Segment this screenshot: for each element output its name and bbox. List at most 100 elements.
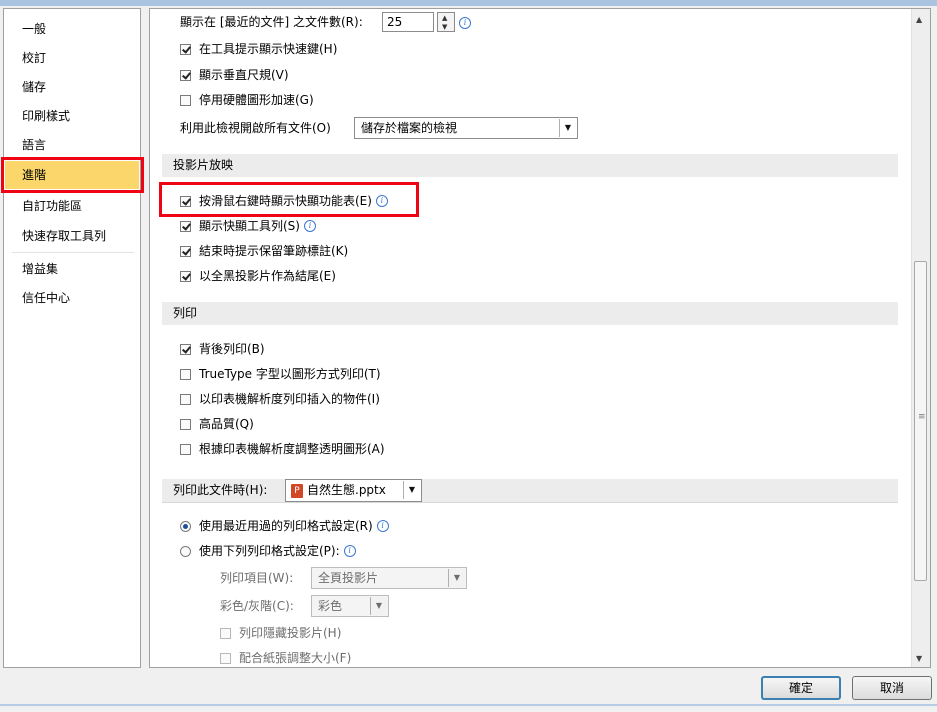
checkbox-checked[interactable]	[180, 245, 191, 257]
checkbox-unchecked[interactable]	[220, 652, 231, 664]
checkbox-checked[interactable]	[180, 43, 191, 55]
scrollbar-thumb[interactable]: ≡	[914, 261, 927, 581]
recent-docs-row: 顯示在 [最近的文件] 之文件數(R):	[180, 12, 363, 32]
high-quality-row[interactable]: 高品質(Q)	[180, 414, 254, 434]
recent-docs-input[interactable]: 25	[382, 12, 434, 32]
show-tooltip-shortcuts-row[interactable]: 在工具提示顯示快速鍵(H)	[180, 39, 337, 59]
nav-item-add-ins[interactable]: 增益集	[5, 255, 139, 283]
printer-resolution-row[interactable]: 以印表機解析度列印插入的物件(I)	[180, 389, 380, 409]
radio-unselected[interactable]	[180, 545, 191, 557]
checkbox-checked[interactable]	[180, 220, 191, 232]
end-black-row[interactable]: 以全黑投影片作為結尾(E)	[180, 266, 336, 286]
keep-ink-row[interactable]: 結束時提示保留筆跡標註(K)	[180, 241, 348, 261]
ok-button[interactable]: 確定	[761, 676, 841, 700]
nav-item-quick-access-toolbar[interactable]: 快速存取工具列	[5, 222, 139, 250]
use-recent-settings-row[interactable]: 使用最近用過的列印格式設定(R) i	[180, 516, 389, 536]
nav-item-print-style[interactable]: 印刷樣式	[5, 102, 139, 130]
show-vertical-ruler-label: 顯示垂直尺規(V)	[199, 68, 289, 82]
checkbox-unchecked[interactable]	[180, 393, 191, 405]
align-transparent-row[interactable]: 根據印表機解析度調整透明圖形(A)	[180, 439, 385, 459]
scale-to-fit-label: 配合紙張調整大小(F)	[239, 651, 352, 665]
info-icon[interactable]: i	[375, 195, 388, 207]
checkbox-unchecked[interactable]	[220, 627, 231, 639]
recent-docs-spinner[interactable]: ▲ ▼	[437, 12, 455, 32]
print-doc-label: 列印此文件時(H):	[173, 483, 268, 497]
print-what-label: 列印項目(W):	[220, 571, 294, 585]
recent-docs-label: 顯示在 [最近的文件] 之文件數(R):	[180, 15, 363, 29]
high-quality-label: 高品質(Q)	[199, 417, 254, 431]
printer-resolution-label: 以印表機解析度列印插入的物件(I)	[199, 392, 380, 406]
nav-item-customize-ribbon[interactable]: 自訂功能區	[5, 192, 139, 220]
open-view-select[interactable]: 儲存於檔案的檢視 ▼	[354, 117, 578, 139]
show-vertical-ruler-row[interactable]: 顯示垂直尺規(V)	[180, 65, 289, 85]
scale-to-fit-row[interactable]: 配合紙張調整大小(F)	[220, 648, 352, 667]
section-divider	[162, 502, 898, 503]
checkbox-unchecked[interactable]	[180, 368, 191, 380]
nav-item-advanced[interactable]: 進階	[5, 161, 139, 189]
dropdown-arrow-icon[interactable]: ▼	[370, 597, 387, 615]
print-what-row: 列印項目(W):	[220, 568, 293, 588]
disable-hw-accel-row[interactable]: 停用硬體圖形加速(G)	[180, 90, 314, 110]
nav-item-proofing[interactable]: 校訂	[5, 44, 139, 72]
checkbox-checked[interactable]	[180, 195, 191, 207]
dropdown-arrow-icon[interactable]: ▼	[559, 119, 576, 137]
info-icon[interactable]: i	[303, 220, 316, 232]
advanced-options-panel: 顯示在 [最近的文件] 之文件數(R): 25 ▲ ▼ i 在工具提示顯示快速鍵…	[149, 8, 931, 668]
align-transparent-label: 根據印表機解析度調整透明圖形(A)	[199, 442, 385, 456]
nav-item-language[interactable]: 語言	[5, 131, 139, 159]
nav-item-save[interactable]: 儲存	[5, 73, 139, 101]
print-hidden-row[interactable]: 列印隱藏投影片(H)	[220, 623, 341, 643]
nav-item-trust-center[interactable]: 信任中心	[5, 284, 139, 312]
color-row: 彩色/灰階(C):	[220, 596, 294, 616]
section-header-print: 列印	[162, 302, 898, 325]
section-header-slideshow: 投影片放映	[162, 154, 898, 177]
dropdown-arrow-icon[interactable]: ▼	[403, 481, 420, 499]
dropdown-arrow-icon[interactable]: ▼	[448, 569, 465, 587]
print-what-select[interactable]: 全頁投影片 ▼	[311, 567, 467, 589]
right-click-menu-row[interactable]: 按滑鼠右鍵時顯示快顯功能表(E) i	[180, 191, 388, 211]
radio-selected[interactable]	[180, 520, 191, 532]
grip-icon: ≡	[918, 412, 926, 422]
open-view-value: 儲存於檔案的檢視	[361, 121, 458, 135]
cancel-button[interactable]: 取消	[852, 676, 932, 700]
info-icon[interactable]: i	[376, 520, 389, 532]
scroll-up-icon[interactable]: ▲	[916, 15, 922, 24]
checkbox-checked[interactable]	[180, 270, 191, 282]
truetype-row[interactable]: TrueType 字型以圖形方式列印(T)	[180, 364, 381, 384]
use-following-settings-row[interactable]: 使用下列列印格式設定(P): i	[180, 541, 356, 561]
checkbox-checked[interactable]	[180, 343, 191, 355]
print-hidden-label: 列印隱藏投影片(H)	[239, 626, 342, 640]
right-click-menu-label: 按滑鼠右鍵時顯示快顯功能表(E)	[199, 194, 372, 208]
print-doc-file-select[interactable]: P 自然生態.pptx ▼	[285, 479, 422, 502]
background-print-label: 背後列印(B)	[199, 342, 265, 356]
nav-item-general[interactable]: 一般	[5, 15, 139, 43]
open-view-label: 利用此檢視開啟所有文件(O)	[180, 121, 331, 135]
color-value: 彩色	[318, 599, 343, 613]
use-following-settings-label: 使用下列列印格式設定(P):	[199, 544, 340, 558]
info-icon[interactable]: i	[343, 545, 356, 557]
popup-toolbar-label: 顯示快顯工具列(S)	[199, 219, 300, 233]
keep-ink-label: 結束時提示保留筆跡標註(K)	[199, 244, 349, 258]
spin-up-icon[interactable]: ▲	[442, 14, 447, 22]
print-doc-header: 列印此文件時(H):	[162, 479, 898, 502]
popup-toolbar-row[interactable]: 顯示快顯工具列(S) i	[180, 216, 316, 236]
checkbox-unchecked[interactable]	[180, 94, 191, 106]
truetype-label: TrueType 字型以圖形方式列印(T)	[199, 367, 381, 381]
spin-down-icon[interactable]: ▼	[442, 23, 447, 31]
disable-hw-accel-label: 停用硬體圖形加速(G)	[199, 93, 314, 107]
color-select[interactable]: 彩色 ▼	[311, 595, 389, 617]
checkbox-unchecked[interactable]	[180, 418, 191, 430]
show-tooltip-shortcuts-label: 在工具提示顯示快速鍵(H)	[199, 42, 338, 56]
vertical-scrollbar[interactable]: ▲ ≡ ▼	[911, 9, 930, 667]
options-nav-pane: 一般 校訂 儲存 印刷樣式 語言 進階 自訂功能區 快速存取工具列 增益集 信任…	[3, 8, 141, 668]
background-print-row[interactable]: 背後列印(B)	[180, 339, 265, 359]
open-view-row: 利用此檢視開啟所有文件(O)	[180, 118, 331, 138]
window-top-border	[0, 0, 937, 6]
checkbox-checked[interactable]	[180, 69, 191, 81]
end-black-label: 以全黑投影片作為結尾(E)	[199, 269, 336, 283]
use-recent-settings-label: 使用最近用過的列印格式設定(R)	[199, 519, 373, 533]
print-doc-file-name: 自然生態.pptx	[307, 483, 386, 497]
checkbox-unchecked[interactable]	[180, 443, 191, 455]
info-icon[interactable]: i	[459, 17, 471, 29]
scroll-down-icon[interactable]: ▼	[916, 654, 922, 663]
